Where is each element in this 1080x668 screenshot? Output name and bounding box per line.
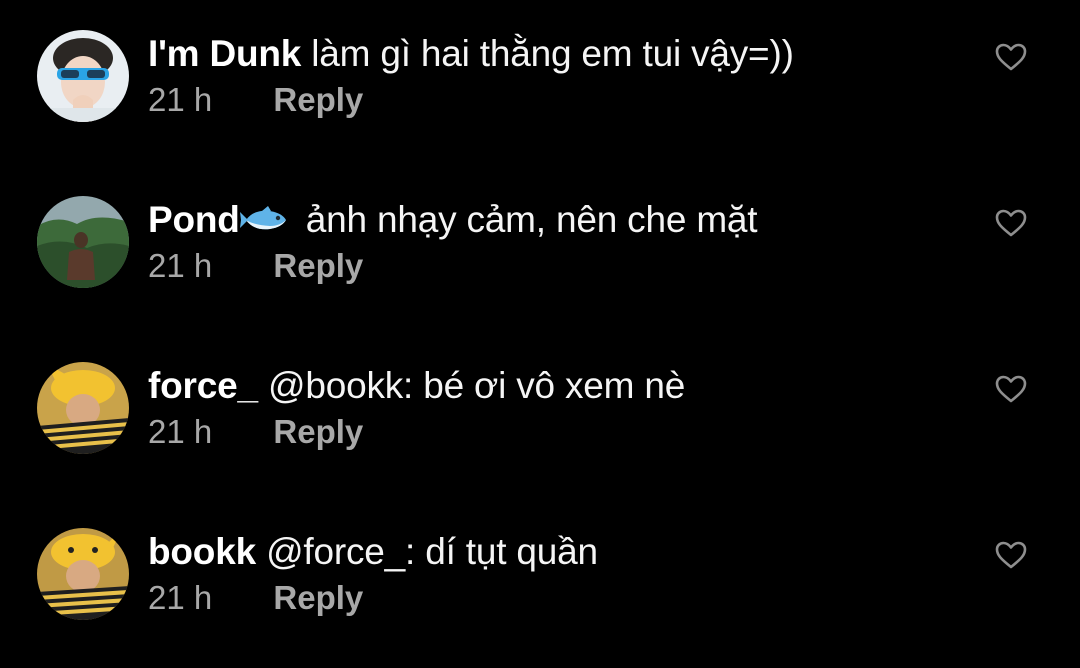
fish-icon [239,205,290,235]
avatar-photo [37,196,129,288]
comment-meta: 21 h Reply [148,412,363,452]
comment-body: @force_: dí tụt quần [266,531,598,572]
reply-button[interactable]: Reply [273,246,363,286]
avatar[interactable] [37,528,129,620]
comment-item: force_ @bookk: bé ơi vô xem nè 21 h Repl… [0,362,1080,472]
comment-item: bookk @force_: dí tụt quần 21 h Reply [0,528,1080,638]
comments-screen: { "comments": [ { "username": "I'm Dunk"… [0,0,1080,668]
avatar-photo [37,362,129,454]
heart-outline-icon[interactable] [994,540,1028,570]
heart-outline-icon[interactable] [994,42,1028,72]
comment-text-line: bookk @force_: dí tụt quần [148,530,598,574]
comment-timestamp: 21 h [148,413,213,450]
comment-username[interactable]: bookk [148,531,256,572]
avatar[interactable] [37,30,129,122]
avatar-photo [37,528,129,620]
comment-username[interactable]: force_ [148,365,258,406]
reply-button[interactable]: Reply [273,80,363,120]
comment-text-line: I'm Dunk làm gì hai thằng em tui vậy=)) [148,32,794,76]
comment-body: làm gì hai thằng em tui vậy=)) [311,33,794,74]
comment-item: Pond ảnh nhạy cảm, nên che mặt 21 h Repl… [0,196,1080,306]
comment-username[interactable]: I'm Dunk [148,33,301,74]
comment-timestamp: 21 h [148,247,213,284]
heart-outline-icon[interactable] [994,208,1028,238]
comment-text-line: force_ @bookk: bé ơi vô xem nè [148,364,685,408]
comment-username[interactable]: Pond [148,199,240,240]
comment-timestamp: 21 h [148,81,213,118]
comment-meta: 21 h Reply [148,578,363,618]
avatar-photo [37,30,129,122]
reply-button[interactable]: Reply [273,412,363,452]
comment-meta: 21 h Reply [148,246,363,286]
heart-outline-icon[interactable] [994,374,1028,404]
comment-text-line: Pond ảnh nhạy cảm, nên che mặt [148,198,758,242]
comment-item: I'm Dunk làm gì hai thằng em tui vậy=)) … [0,30,1080,140]
avatar[interactable] [37,362,129,454]
comment-body: ảnh nhạy cảm, nên che mặt [305,199,758,240]
avatar[interactable] [37,196,129,288]
comment-timestamp: 21 h [148,579,213,616]
comment-body: @bookk: bé ơi vô xem nè [267,365,686,406]
comment-meta: 21 h Reply [148,80,363,120]
reply-button[interactable]: Reply [273,578,363,618]
